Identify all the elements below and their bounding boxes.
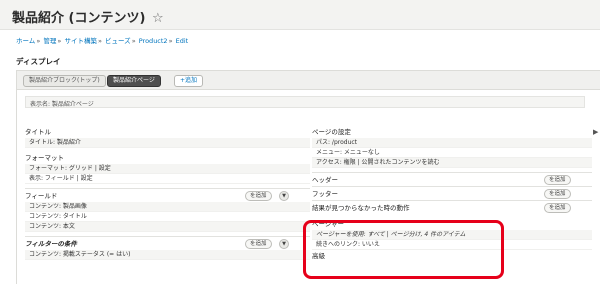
breadcrumb-home[interactable]: ホーム [16, 37, 35, 45]
format-line-show[interactable]: 表示: フィールド | 設定 [25, 174, 310, 184]
access-setting[interactable]: アクセス: 権限 | 公開されたコンテンツを読む [312, 158, 592, 168]
filter-item[interactable]: コンテンツ: 掲載ステータス (= はい) [25, 250, 310, 260]
add-header-button[interactable]: を追加 [544, 175, 571, 185]
breadcrumb-edit[interactable]: Edit [176, 37, 189, 45]
title-bar: 製品紹介 (コンテンツ) ☆ [0, 0, 600, 30]
display-name[interactable]: 表示名: 製品紹介ページ [25, 96, 585, 108]
breadcrumb: ホーム» 管理» サイト構築» ビューズ» Product2» Edit [16, 37, 189, 45]
left-column: タイトル タイトル: 製品紹介 フォーマット フォーマット: グリッド | 設定… [25, 126, 310, 260]
page-settings-head: ページの設定 [312, 128, 351, 136]
breadcrumb-product2[interactable]: Product2 [139, 37, 168, 45]
add-field-button[interactable]: を追加 [245, 191, 272, 201]
chevron-down-icon[interactable]: ▼ [279, 239, 289, 249]
path-setting[interactable]: パス: /product [312, 138, 592, 148]
header-section-head: ヘッダー [312, 176, 338, 184]
menu-setting[interactable]: メニュー: メニューなし [312, 148, 592, 158]
page-title: 製品紹介 (コンテンツ) ☆ [12, 7, 164, 26]
star-icon[interactable]: ☆ [152, 11, 164, 26]
add-filter-button[interactable]: を追加 [245, 239, 272, 249]
fields-section-head: フィールド [25, 192, 58, 200]
title-section-head: タイトル [25, 128, 51, 136]
section-title: ディスプレイ [16, 57, 61, 66]
page-title-text: 製品紹介 (コンテンツ) [12, 11, 146, 26]
format-line-grid[interactable]: フォーマット: グリッド | 設定 [25, 164, 310, 174]
add-noresult-button[interactable]: を追加 [544, 203, 571, 213]
chevron-down-icon[interactable]: ▼ [279, 191, 289, 201]
format-section-head: フォーマット [25, 154, 64, 162]
field-item[interactable]: コンテンツ: タイトル [25, 212, 310, 222]
chevron-right-icon[interactable]: ▶ [593, 128, 598, 136]
footer-bar: フッター を追加 [312, 186, 592, 200]
header-bar: ヘッダー を追加 [312, 172, 592, 186]
footer-section-head: フッター [312, 190, 338, 198]
add-display-button[interactable]: +追加 [174, 75, 204, 87]
tab-page[interactable]: 製品紹介ページ [107, 75, 161, 87]
fields-bar: フィールド を追加 ▼ [25, 188, 310, 202]
add-footer-button[interactable]: を追加 [544, 189, 571, 199]
field-item[interactable]: コンテンツ: 本文 [25, 222, 310, 232]
noresult-section-head: 結果が見つからなかった時の動作 [312, 204, 410, 212]
breadcrumb-admin[interactable]: 管理 [43, 37, 56, 45]
title-value[interactable]: タイトル: 製品紹介 [25, 138, 310, 148]
display-tabs: 製品紹介ブロック(トップ) 製品紹介ページ +追加 [16, 70, 600, 90]
filters-bar: フィルターの条件 を追加 ▼ [25, 236, 310, 250]
breadcrumb-structure[interactable]: サイト構築 [64, 37, 97, 45]
field-item[interactable]: コンテンツ: 製品画像 [25, 202, 310, 212]
breadcrumb-views[interactable]: ビューズ [105, 37, 131, 45]
pager-highlight [303, 220, 504, 279]
noresult-bar: 結果が見つからなかった時の動作 を追加 [312, 200, 592, 214]
filter-section-head: フィルターの条件 [25, 240, 77, 248]
tab-block-top[interactable]: 製品紹介ブロック(トップ) [23, 75, 106, 87]
